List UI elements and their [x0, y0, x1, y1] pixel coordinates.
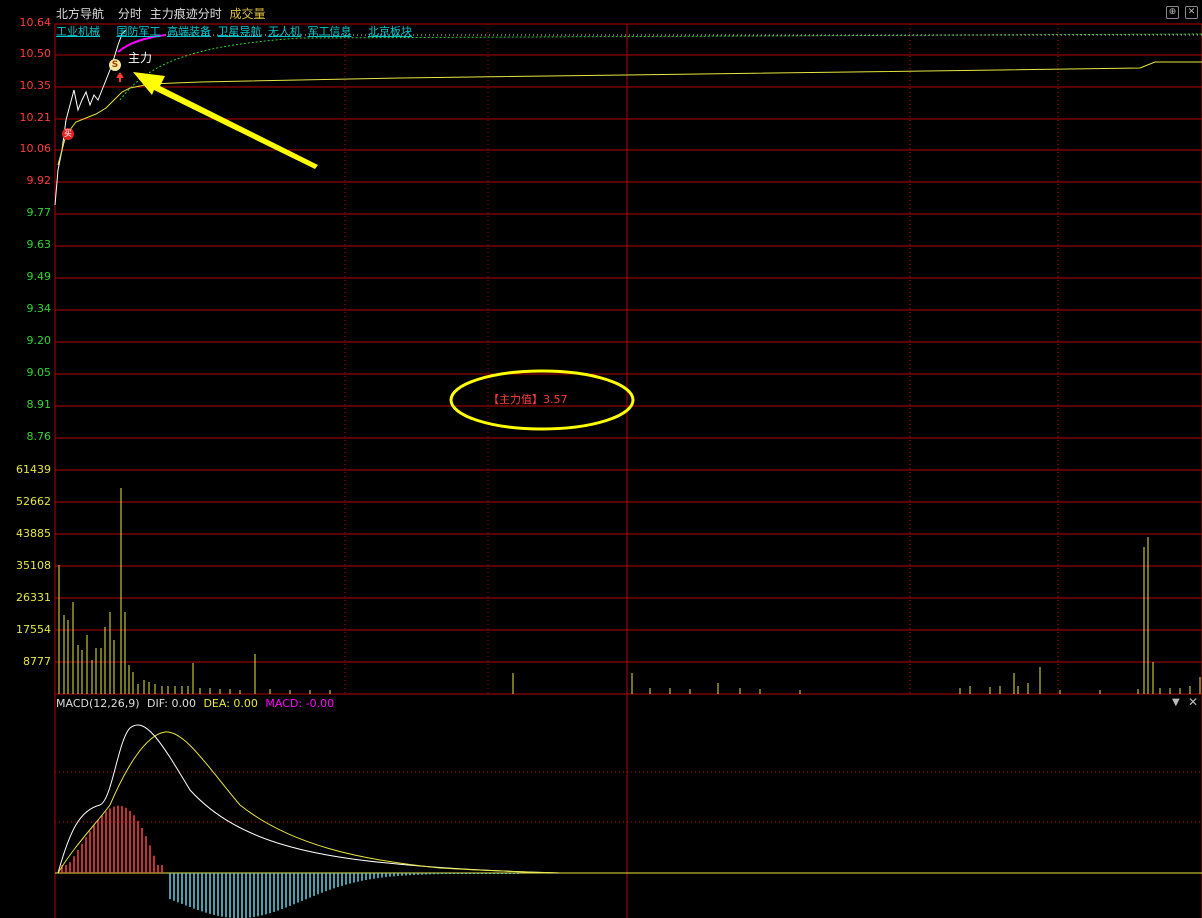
- price-axis-label: 8.91: [26, 398, 52, 411]
- price-axis-label: 10.35: [19, 79, 52, 92]
- macd-name: MACD(12,26,9): [56, 697, 140, 710]
- price-axis-label: 10.50: [19, 47, 52, 60]
- dif-value: 0.00: [171, 697, 196, 710]
- tag-3[interactable]: 卫星导航: [218, 25, 262, 38]
- buy-badge: 买: [62, 128, 74, 140]
- stock-name: 北方导航: [56, 7, 105, 21]
- macd-value: -0.00: [305, 697, 335, 710]
- main-force-marker: 主力: [128, 51, 153, 65]
- price-axis-label: 10.64: [19, 16, 52, 29]
- sell-badge: S: [109, 59, 121, 71]
- volume-axis-label: 8777: [23, 655, 51, 668]
- main-force-value-label: 【主力值】: [488, 393, 543, 406]
- tag-5[interactable]: 军工信息: [308, 25, 352, 38]
- mode-label[interactable]: 分时: [118, 7, 142, 21]
- indicator-label[interactable]: 主力痕迹分时: [150, 7, 222, 21]
- chevron-down-icon[interactable]: ▼: [1172, 697, 1180, 708]
- chart-stage: 北方导航 分时 主力痕迹分时 成交量 工业机械 国防军工 高端装备 卫星导航 无…: [0, 0, 1202, 918]
- up-arrow-icon: [116, 72, 124, 82]
- price-axis-label: 10.06: [19, 142, 52, 155]
- chart-grid: [54, 23, 1202, 918]
- dea-label: DEA:: [203, 697, 230, 710]
- price-axis-label: 9.77: [26, 206, 52, 219]
- up-circle-icon[interactable]: ⊕: [1166, 6, 1179, 19]
- price-axis-label: 9.63: [26, 238, 52, 251]
- macd-label: MACD:: [265, 697, 303, 710]
- volume-axis-label: 35108: [16, 559, 51, 572]
- trend-line: [119, 33, 1202, 101]
- tag-4[interactable]: 无人机: [268, 25, 301, 38]
- chart-header: 北方导航 分时 主力痕迹分时 成交量: [56, 5, 270, 22]
- price-axis-label: 9.34: [26, 302, 52, 315]
- macd-close-icon[interactable]: ✕: [1188, 695, 1198, 709]
- macd-header: MACD(12,26,9) DIF: 0.00 DEA: 0.00 MACD: …: [56, 697, 334, 710]
- price-axis-label: 9.05: [26, 366, 52, 379]
- concept-tags: 工业机械 国防军工 高端装备 卫星导航 无人机 军工信息 北京板块: [56, 23, 415, 39]
- price-axis-label: 9.92: [26, 174, 52, 187]
- volume-label: 成交量: [229, 7, 266, 21]
- price-axis-label: 9.49: [26, 270, 52, 283]
- main-force-value-box: 【主力值】3.57: [488, 391, 568, 407]
- volume-axis-label: 61439: [16, 463, 51, 476]
- tag-6[interactable]: 北京板块: [368, 25, 412, 38]
- volume-axis-label: 43885: [16, 527, 51, 540]
- price-line: [54, 29, 127, 206]
- price-axis-label: 8.76: [26, 430, 52, 443]
- tag-0[interactable]: 工业机械: [56, 25, 100, 38]
- volume-axis-label: 26331: [16, 591, 51, 604]
- close-icon[interactable]: ✕: [1185, 6, 1198, 19]
- volume-axis-label: 52662: [16, 495, 51, 508]
- dea-value: 0.00: [233, 697, 258, 710]
- tag-1[interactable]: 国防军工: [117, 25, 161, 38]
- price-axis-label: 9.20: [26, 334, 52, 347]
- price-axis-label: 10.21: [19, 111, 52, 124]
- dif-label: DIF:: [147, 697, 168, 710]
- main-force-value: 3.57: [543, 393, 568, 406]
- volume-axis-label: 17554: [16, 623, 51, 636]
- tag-2[interactable]: 高端装备: [167, 25, 211, 38]
